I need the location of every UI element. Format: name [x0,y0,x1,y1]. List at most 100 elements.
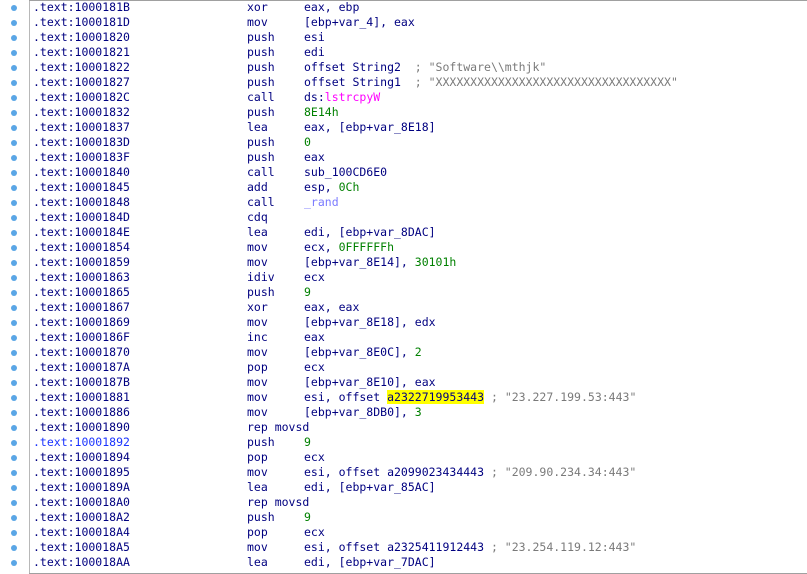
instruction-mnemonic[interactable]: mov [247,465,268,480]
operand-text[interactable]: ecx [304,450,325,464]
breakpoint-dot-icon[interactable] [11,545,17,551]
instruction-operands[interactable]: 9 [304,510,311,525]
instruction-mnemonic[interactable]: mov [247,15,268,30]
breakpoint-dot-icon[interactable] [11,95,17,101]
instruction-mnemonic[interactable]: add [247,180,268,195]
breakpoint-dot-icon[interactable] [11,365,17,371]
code-line[interactable]: .text:10001867 xor eax, eax [0,300,807,315]
instruction-operands[interactable]: sub_100CD6E0 [304,165,387,180]
operand-text[interactable]: sub_100CD6E0 [304,165,387,179]
operand-text[interactable]: ds: [304,90,325,104]
instruction-operands[interactable]: _rand [304,195,339,210]
instruction-mnemonic[interactable]: call [247,90,275,105]
instruction-operands[interactable]: eax, ebp [304,0,359,15]
instruction-mnemonic[interactable]: idiv [247,270,275,285]
operand-text[interactable]: edi, [ebp+var_8DAC] [304,225,436,239]
instruction-operands[interactable]: ecx [304,270,325,285]
instruction-mnemonic[interactable]: push [247,510,275,525]
instruction-mnemonic[interactable]: mov [247,255,268,270]
instruction-mnemonic[interactable]: lea [247,120,268,135]
instruction-operands[interactable]: edi, [ebp+var_8DAC] [304,225,436,240]
address-label[interactable]: .text:10001890 [33,420,130,435]
address-label[interactable]: .text:10001894 [33,450,130,465]
code-line[interactable]: .text:1000181D mov [ebp+var_4], eax [0,15,807,30]
address-label[interactable]: .text:10001827 [33,75,130,90]
numeric-constant[interactable]: 9 [304,435,311,449]
instruction-mnemonic[interactable]: mov [247,405,268,420]
numeric-constant[interactable]: 8E14h [304,105,339,119]
instruction-operands[interactable]: 0 [304,135,311,150]
code-line[interactable]: .text:1000189A lea edi, [ebp+var_85AC] [0,480,807,495]
address-label[interactable]: .text:100018A5 [33,540,130,555]
instruction-mnemonic[interactable]: push [247,45,275,60]
breakpoint-dot-icon[interactable] [11,440,17,446]
instruction-mnemonic[interactable]: pop [247,450,268,465]
address-label[interactable]: .text:100018A2 [33,510,130,525]
operand-text[interactable]: esi [304,30,325,44]
code-line[interactable]: .text:10001895 mov esi, offset a2099023434… [0,465,807,480]
instruction-mnemonic[interactable]: rep movsd [247,495,309,510]
breakpoint-dot-icon[interactable] [11,20,17,26]
breakpoint-dot-icon[interactable] [11,260,17,266]
breakpoint-dot-icon[interactable] [11,470,17,476]
address-label[interactable]: .text:10001870 [33,345,130,360]
instruction-operands[interactable]: ecx [304,525,325,540]
instruction-operands[interactable]: ds:lstrcpyW [304,90,380,105]
breakpoint-dot-icon[interactable] [11,200,17,206]
instruction-operands[interactable]: offset String1 ; "XXXXXXXXXXXXXXXXXXXXXX… [304,75,678,90]
code-line[interactable]: .text:10001870 mov [ebp+var_8E0C], 2 [0,345,807,360]
code-line[interactable]: .text:10001869 mov [ebp+var_8E18], edx [0,315,807,330]
breakpoint-dot-icon[interactable] [11,500,17,506]
operand-text[interactable]: ecx [304,360,325,374]
address-label[interactable]: .text:10001832 [33,105,130,120]
function-name[interactable]: _rand [304,195,339,209]
operand-text[interactable]: eax [304,330,325,344]
numeric-constant[interactable]: 0FFFFFFh [339,240,394,254]
breakpoint-dot-icon[interactable] [11,110,17,116]
code-line[interactable]: .text:1000187B mov [ebp+var_8E10], eax [0,375,807,390]
address-label[interactable]: .text:10001845 [33,180,130,195]
breakpoint-dot-icon[interactable] [11,35,17,41]
operand-text[interactable]: edi, [ebp+var_7DAC] [304,555,436,569]
operand-text[interactable]: offset String1 [304,75,415,89]
code-line[interactable]: .text:10001832 push 8E14h [0,105,807,120]
instruction-operands[interactable]: esp, 0Ch [304,180,359,195]
instruction-operands[interactable]: eax [304,330,325,345]
instruction-mnemonic[interactable]: mov [247,375,268,390]
address-label[interactable]: .text:10001886 [33,405,130,420]
address-label[interactable]: .text:10001865 [33,285,130,300]
code-line[interactable]: .text:10001822 push offset String2 ; "Soft… [0,60,807,75]
breakpoint-dot-icon[interactable] [11,515,17,521]
code-line[interactable]: .text:10001837 lea eax, [ebp+var_8E18] [0,120,807,135]
instruction-mnemonic[interactable]: lea [247,555,268,570]
code-line[interactable]: .text:1000187A pop ecx [0,360,807,375]
breakpoint-dot-icon[interactable] [11,335,17,341]
operand-text[interactable]: ecx, [304,240,339,254]
instruction-mnemonic[interactable]: rep movsd [247,420,309,435]
breakpoint-dot-icon[interactable] [11,275,17,281]
address-label[interactable]: .text:1000184D [33,210,130,225]
breakpoint-dot-icon[interactable] [11,170,17,176]
instruction-operands[interactable]: 9 [304,435,311,450]
instruction-mnemonic[interactable]: lea [247,480,268,495]
operand-text[interactable]: [ebp+var_8E10], eax [304,375,436,389]
address-label[interactable]: .text:1000187A [33,360,130,375]
code-line[interactable]: .text:100018AA lea edi, [ebp+var_7DAC] [0,555,807,570]
instruction-mnemonic[interactable]: push [247,60,275,75]
operand-text[interactable]: offset String2 [304,60,415,74]
operand-text[interactable]: edi [304,45,325,59]
code-line[interactable]: .text:10001820 push esi [0,30,807,45]
operand-text[interactable]: eax [304,150,325,164]
instruction-mnemonic[interactable]: pop [247,360,268,375]
code-line[interactable]: .text:10001854 mov ecx, 0FFFFFFh [0,240,807,255]
code-line[interactable]: .text:10001892 push 9 [0,435,807,450]
numeric-constant[interactable]: 2 [415,345,422,359]
address-label[interactable]: .text:10001822 [33,60,130,75]
breakpoint-dot-icon[interactable] [11,245,17,251]
numeric-constant[interactable]: 3 [415,405,422,419]
code-line[interactable]: .text:10001865 push 9 [0,285,807,300]
address-label[interactable]: .text:100018A4 [33,525,130,540]
code-line[interactable]: .text:100018A2 push 9 [0,510,807,525]
address-label[interactable]: .text:1000184E [33,225,130,240]
address-label[interactable]: .text:10001821 [33,45,130,60]
